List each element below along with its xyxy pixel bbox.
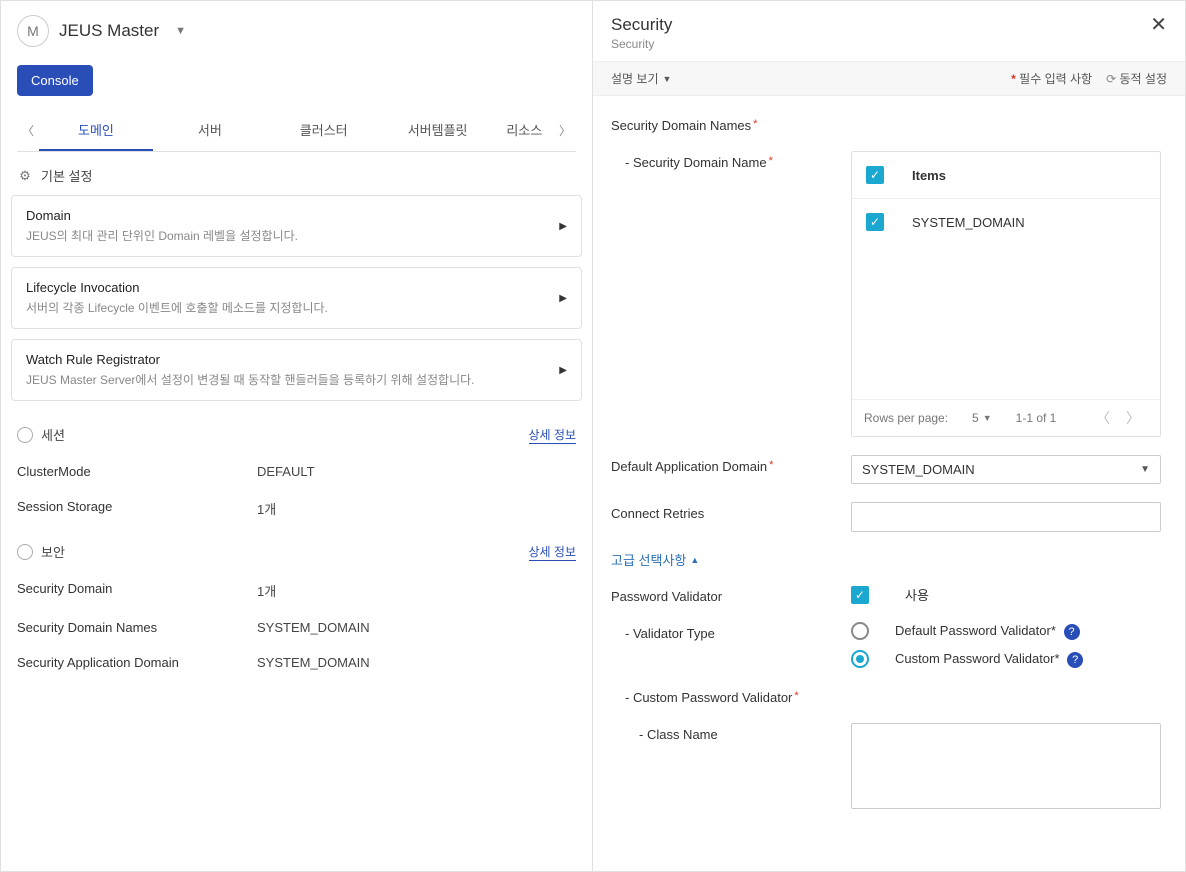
page-prev-icon[interactable]: 〈 xyxy=(1088,408,1118,428)
refresh-icon: ⟳ xyxy=(1106,72,1116,86)
kv-value: 1개 xyxy=(257,581,276,600)
label-validator-type: - Validator Type xyxy=(611,622,851,641)
dynamic-legend: ⟳ 동적 설정 xyxy=(1106,70,1167,87)
page-range: 1-1 of 1 xyxy=(1016,411,1057,425)
view-toggle-label: 설명 보기 xyxy=(611,70,659,87)
tab-domain[interactable]: 도메인 xyxy=(39,110,153,151)
card-desc: 서버의 각종 Lifecycle 이벤트에 호출할 메소드를 지정합니다. xyxy=(26,299,559,316)
tab-resource[interactable]: 리소스 xyxy=(495,110,554,151)
use-checkbox[interactable]: ✓ xyxy=(851,586,869,604)
kv-label: Security Domain Names xyxy=(17,620,257,635)
class-name-input[interactable] xyxy=(851,723,1161,809)
chevron-down-icon: ▼ xyxy=(663,74,672,84)
label-security-domain-names: Security Domain Names* xyxy=(611,114,851,133)
tabs: 도메인 서버 클러스터 서버템플릿 리소스 xyxy=(39,110,554,151)
gear-icon: ⚙ xyxy=(17,168,33,184)
kv-value: 1개 xyxy=(257,499,276,518)
radio-label: Default Password Validator* ? xyxy=(895,623,1080,640)
security-detail-link[interactable]: 상세 정보 xyxy=(529,543,577,561)
tab-server-template[interactable]: 서버템플릿 xyxy=(381,110,495,151)
kv-label: Session Storage xyxy=(17,499,257,518)
master-name: JEUS Master xyxy=(59,21,159,41)
chevron-right-icon: ▶ xyxy=(559,221,567,232)
select-value: SYSTEM_DOMAIN xyxy=(862,462,975,477)
rows-per-page-label: Rows per page: xyxy=(864,411,948,425)
label-password-validator: Password Validator xyxy=(611,585,851,604)
shield-icon xyxy=(17,544,33,560)
chevron-down-icon: ▼ xyxy=(983,413,992,423)
chevron-down-icon: ▼ xyxy=(1140,464,1150,475)
required-legend: * 필수 입력 사항 xyxy=(1011,70,1092,87)
session-detail-link[interactable]: 상세 정보 xyxy=(529,426,577,444)
items-cell: SYSTEM_DOMAIN xyxy=(912,215,1025,230)
kv-value: DEFAULT xyxy=(257,464,315,479)
label-custom-pw-validator: - Custom Password Validator* xyxy=(611,686,851,705)
items-table: ✓ Items ✓ SYSTEM_DOMAIN Rows per page: xyxy=(851,151,1161,437)
label-class-name: - Class Name xyxy=(611,723,851,742)
kv-row: Security Domain Names SYSTEM_DOMAIN xyxy=(17,610,576,645)
card-desc: JEUS의 최대 관리 단위인 Domain 레벨을 설정합니다. xyxy=(26,227,559,244)
console-button[interactable]: Console xyxy=(17,65,93,96)
connect-retries-input[interactable] xyxy=(851,502,1161,532)
table-row[interactable]: ✓ SYSTEM_DOMAIN xyxy=(852,199,1160,245)
radio-default-validator[interactable] xyxy=(851,622,869,640)
kv-row: Security Application Domain SYSTEM_DOMAI… xyxy=(17,645,576,680)
page-size-select[interactable]: 5 ▼ xyxy=(972,411,992,425)
master-dropdown-icon[interactable]: ▼ xyxy=(175,25,186,37)
kv-label: ClusterMode xyxy=(17,464,257,479)
panel-title: Security xyxy=(611,15,672,35)
card-desc: JEUS Master Server에서 설정이 변경될 때 동작할 핸들러들을… xyxy=(26,371,559,388)
kv-row: Session Storage 1개 xyxy=(17,489,576,528)
advanced-toggle[interactable]: 고급 선택사항 ▲ xyxy=(611,550,1167,569)
avatar[interactable]: M xyxy=(17,15,49,47)
tab-cluster[interactable]: 클러스터 xyxy=(267,110,381,151)
card-title: Lifecycle Invocation xyxy=(26,280,559,295)
session-title: 세션 xyxy=(41,425,65,444)
close-icon[interactable]: ✕ xyxy=(1150,15,1167,35)
label-security-domain-name: - Security Domain Name* xyxy=(611,151,851,170)
checkbox-row[interactable]: ✓ xyxy=(866,213,884,231)
chevron-right-icon: ▶ xyxy=(559,293,567,304)
default-app-domain-select[interactable]: SYSTEM_DOMAIN ▼ xyxy=(851,455,1161,484)
radio-custom-validator[interactable] xyxy=(851,650,869,668)
tabs-next-icon[interactable]: 〉 xyxy=(554,122,576,139)
help-icon[interactable]: ? xyxy=(1064,624,1080,640)
tab-server[interactable]: 서버 xyxy=(153,110,267,151)
view-toggle[interactable]: 설명 보기 ▼ xyxy=(611,70,671,87)
chevron-up-icon: ▲ xyxy=(690,555,699,565)
card-title: Watch Rule Registrator xyxy=(26,352,559,367)
chevron-right-icon: ▶ xyxy=(559,365,567,376)
card-domain[interactable]: Domain JEUS의 최대 관리 단위인 Domain 레벨을 설정합니다.… xyxy=(11,195,582,257)
label-default-app-domain: Default Application Domain* xyxy=(611,455,851,474)
card-lifecycle[interactable]: Lifecycle Invocation 서버의 각종 Lifecycle 이벤… xyxy=(11,267,582,329)
clock-icon xyxy=(17,427,33,443)
card-watch-rule[interactable]: Watch Rule Registrator JEUS Master Serve… xyxy=(11,339,582,401)
page-next-icon[interactable]: 〉 xyxy=(1118,408,1148,428)
left-panel: M JEUS Master ▼ Console 〈 도메인 서버 클러스터 서버… xyxy=(1,1,593,871)
kv-row: ClusterMode DEFAULT xyxy=(17,454,576,489)
help-icon[interactable]: ? xyxy=(1067,652,1083,668)
right-panel: Security Security ✕ 설명 보기 ▼ * 필수 입력 사항 ⟳… xyxy=(593,1,1185,871)
use-label: 사용 xyxy=(905,585,929,604)
kv-value: SYSTEM_DOMAIN xyxy=(257,620,370,635)
basic-settings-title: 기본 설정 xyxy=(41,166,92,185)
label-connect-retries: Connect Retries xyxy=(611,502,851,521)
kv-label: Security Domain xyxy=(17,581,257,600)
checkbox-all[interactable]: ✓ xyxy=(866,166,884,184)
radio-label: Custom Password Validator* ? xyxy=(895,651,1083,668)
items-header-label: Items xyxy=(912,168,946,183)
card-title: Domain xyxy=(26,208,559,223)
kv-row: Security Domain 1개 xyxy=(17,571,576,610)
kv-value: SYSTEM_DOMAIN xyxy=(257,655,370,670)
security-title: 보안 xyxy=(41,542,65,561)
breadcrumb: Security xyxy=(611,37,672,51)
tabs-prev-icon[interactable]: 〈 xyxy=(17,122,39,139)
kv-label: Security Application Domain xyxy=(17,655,257,670)
